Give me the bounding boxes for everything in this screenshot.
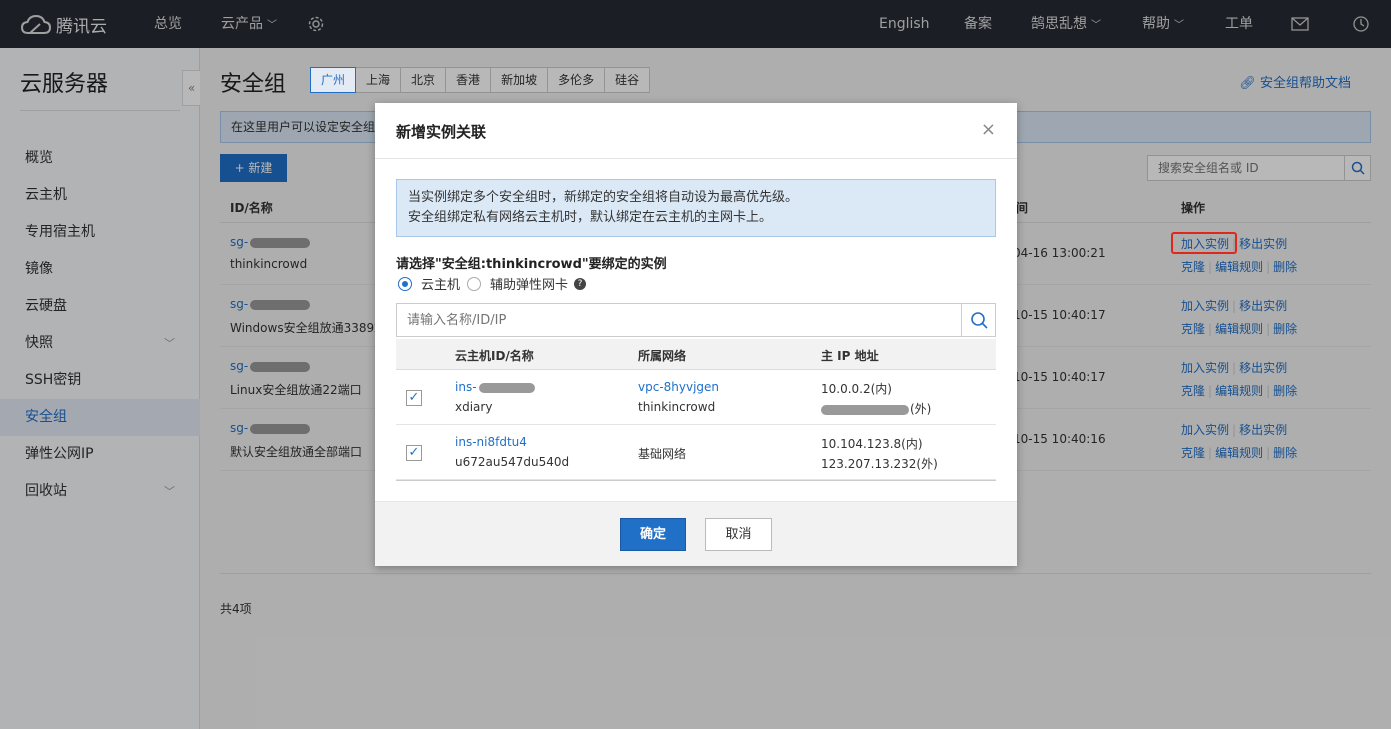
instance-ip-external: 123.207.13.232(外) [821, 457, 938, 471]
instance-id[interactable]: ins- [455, 380, 535, 394]
dialog-footer: 确定 取消 [375, 501, 1017, 566]
instance-type-radios: 云主机 辅助弹性网卡 ? [396, 274, 587, 293]
dialog-tip: 当实例绑定多个安全组时，新绑定的安全组将自动设为最高优先级。 安全组绑定私有网络… [396, 179, 996, 237]
instance-id[interactable]: ins-ni8fdtu4 [455, 435, 527, 449]
dialog-table-bottom [396, 480, 996, 481]
radio-eni-label: 辅助弹性网卡 [490, 278, 569, 293]
instance-ip-internal: 10.0.0.2(内) [821, 382, 892, 396]
instance-table-header: 云主机ID/名称 所属网络 主 IP 地址 [396, 339, 996, 370]
radio-cvm[interactable] [398, 276, 412, 291]
redacted-mark [821, 404, 909, 415]
cancel-button[interactable]: 取消 [705, 518, 772, 551]
help-question-icon[interactable]: ? [574, 277, 587, 290]
instance-network[interactable]: vpc-8hyvjgen [638, 380, 719, 394]
close-icon[interactable]: × [981, 119, 996, 140]
add-instance-dialog: 新增实例关联 × 当实例绑定多个安全组时，新绑定的安全组将自动设为最高优先级。 … [375, 103, 1017, 566]
redacted-mark [478, 382, 535, 393]
instance-name: u672au547du540d [455, 455, 570, 469]
instance-name: xdiary [455, 400, 493, 414]
radio-eni[interactable] [467, 276, 482, 291]
radio-cvm-label: 云主机 [421, 278, 461, 293]
instance-network: 基础网络 [638, 447, 687, 461]
search-icon[interactable] [961, 304, 995, 336]
col-primary-ip: 主 IP 地址 [821, 349, 879, 363]
instance-search [396, 303, 996, 337]
select-instance-label: 请选择"安全组:thinkincrowd"要绑定的实例 [396, 257, 667, 272]
instance-ip-internal: 10.104.123.8(内) [821, 437, 923, 451]
instance-row: ✓ ins-ni8fdtu4 u672au547du540d 基础网络 10.1… [396, 425, 996, 480]
instance-network-name: thinkincrowd [638, 400, 716, 414]
row-checkbox-checked[interactable]: ✓ [406, 390, 422, 406]
col-network: 所属网络 [638, 349, 687, 363]
instance-ip-external: (外) [821, 400, 931, 417]
row-checkbox-checked[interactable]: ✓ [406, 445, 422, 461]
region-tab-guangzhou[interactable]: 广州 [310, 67, 357, 93]
col-instance-id-name: 云主机ID/名称 [455, 349, 534, 363]
instance-row: ✓ ins- xdiary vpc-8hyvjgen thinkincrowd … [396, 370, 996, 425]
tip-line-2: 安全组绑定私有网络云主机时，默认绑定在云主机的主网卡上。 [408, 210, 773, 225]
dialog-title: 新增实例关联 [396, 123, 487, 141]
confirm-button[interactable]: 确定 [620, 518, 686, 551]
instance-search-input[interactable] [397, 304, 957, 336]
highlight-annotation [1171, 232, 1237, 254]
dialog-header: 新增实例关联 × [375, 103, 1017, 159]
tip-line-1: 当实例绑定多个安全组时，新绑定的安全组将自动设为最高优先级。 [408, 190, 799, 205]
